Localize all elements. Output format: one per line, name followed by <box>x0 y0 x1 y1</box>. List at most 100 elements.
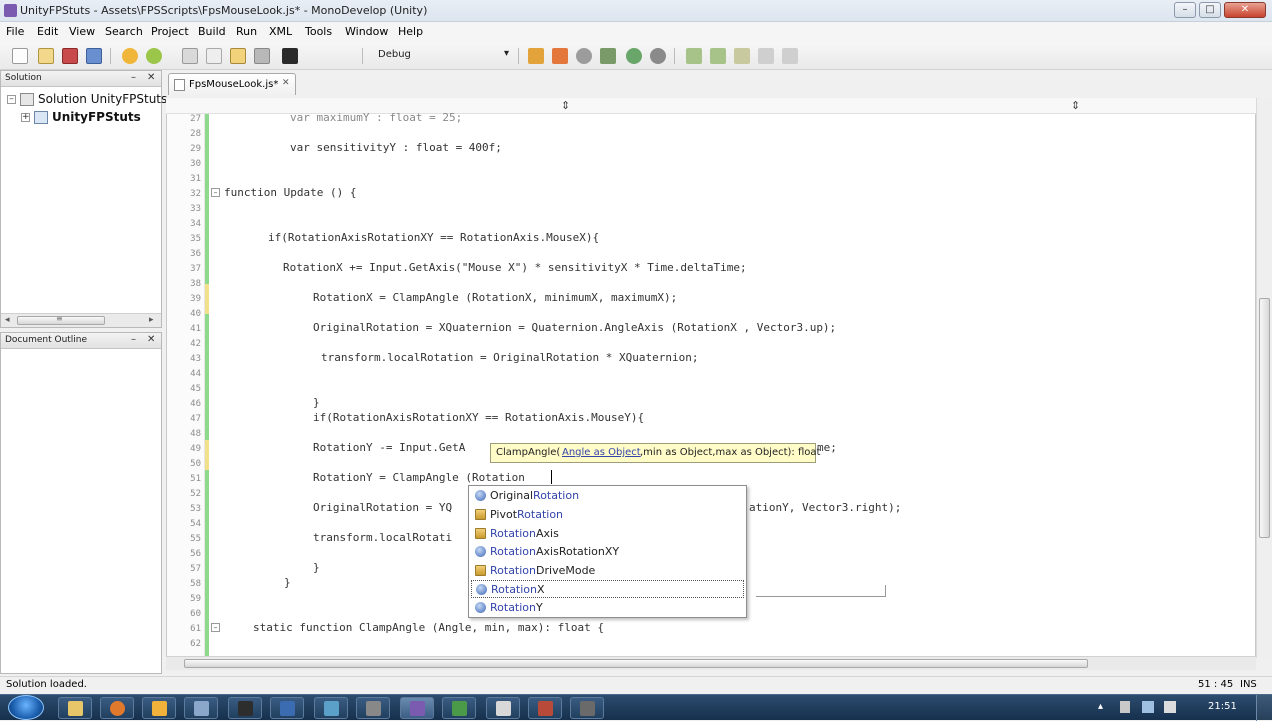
tray-expand-icon[interactable]: ▴ <box>1098 701 1103 712</box>
taskbar-app[interactable] <box>184 697 218 719</box>
menu-project[interactable]: Project <box>151 25 189 38</box>
completion-item[interactable]: OriginalRotation <box>471 487 744 505</box>
line-number: 59 <box>190 594 201 604</box>
maximize-button[interactable]: □ <box>1199 2 1221 18</box>
taskbar-firefox[interactable] <box>100 697 134 719</box>
editor-vertical-scrollbar[interactable] <box>1256 98 1272 658</box>
configuration-select[interactable]: Debug ▾ <box>372 46 518 64</box>
taskbar-monodevelop[interactable] <box>400 697 434 719</box>
open-folder-icon[interactable] <box>38 48 54 64</box>
taskbar-media[interactable] <box>142 697 176 719</box>
menu-file[interactable]: File <box>6 25 24 38</box>
member-dropdown-icon[interactable]: ⇕ <box>561 99 570 112</box>
menu-build[interactable]: Build <box>198 25 226 38</box>
show-desktop-button[interactable] <box>1256 695 1272 721</box>
menu-run[interactable]: Run <box>236 25 257 38</box>
code-line-53-start: OriginalRotation = YQ <box>313 501 453 514</box>
code-line-55: transform.localRotati <box>313 531 453 544</box>
collapse-icon[interactable]: – <box>7 95 16 104</box>
menu-window[interactable]: Window <box>345 25 388 38</box>
code-line-46: } <box>313 396 320 409</box>
close-tab-icon[interactable]: ✕ <box>282 78 290 88</box>
completion-item[interactable]: RotationY <box>471 599 744 617</box>
code-line-53-end: ationY, Vector3.right); <box>749 501 902 514</box>
menu-tools[interactable]: Tools <box>305 25 332 38</box>
menu-xml[interactable]: XML <box>269 25 292 38</box>
editor-horizontal-scrollbar[interactable] <box>166 656 1256 670</box>
expand-icon[interactable]: + <box>21 113 30 122</box>
close-window-button[interactable]: ✕ <box>1224 2 1266 18</box>
battery-icon[interactable] <box>1120 701 1130 713</box>
menu-view[interactable]: View <box>69 25 95 38</box>
undo-icon[interactable] <box>122 48 138 64</box>
taskbar-app[interactable] <box>270 697 304 719</box>
run-icon[interactable] <box>552 48 568 64</box>
network-icon[interactable] <box>1142 701 1154 713</box>
taskbar-app[interactable] <box>528 697 562 719</box>
toolbar-separator <box>674 48 675 64</box>
copy-icon[interactable] <box>206 48 222 64</box>
uncomment-icon[interactable] <box>782 48 798 64</box>
start-button[interactable] <box>8 695 44 720</box>
redo-icon[interactable] <box>146 48 162 64</box>
project-icon <box>34 111 48 124</box>
solution-horizontal-scrollbar[interactable]: ◂ ≡ ▸ <box>1 313 161 327</box>
completion-label: RotationAxis <box>490 527 559 540</box>
field-icon <box>475 490 486 501</box>
new-file-icon[interactable] <box>12 48 28 64</box>
completion-item[interactable]: PivotRotation <box>471 506 744 524</box>
web-icon[interactable] <box>626 48 642 64</box>
taskbar-app[interactable] <box>486 697 520 719</box>
unindent-icon[interactable] <box>710 48 726 64</box>
code-line-32: function Update () { <box>224 186 357 199</box>
close-icon[interactable]: ✕ <box>147 72 155 83</box>
taskbar-app[interactable] <box>356 697 390 719</box>
scrollbar-thumb[interactable]: ≡ <box>17 314 105 325</box>
build-icon[interactable] <box>528 48 544 64</box>
save-all-icon[interactable] <box>86 48 102 64</box>
delete-icon[interactable] <box>254 48 270 64</box>
fold-toggle-icon[interactable]: – <box>211 188 220 197</box>
field-icon <box>476 584 487 595</box>
close-icon[interactable]: ✕ <box>147 334 155 345</box>
cut-icon[interactable] <box>182 48 198 64</box>
menu-search[interactable]: Search <box>105 25 143 38</box>
fold-toggle-icon[interactable]: – <box>211 623 220 632</box>
taskbar-app[interactable] <box>314 697 348 719</box>
completion-item[interactable]: RotationAxisRotationXY <box>471 543 744 561</box>
pin-icon[interactable]: – <box>131 334 136 345</box>
line-number: 46 <box>190 399 201 409</box>
menu-edit[interactable]: Edit <box>37 25 58 38</box>
bookmark-icon[interactable] <box>734 48 750 64</box>
completion-item-selected[interactable]: RotationX <box>471 580 744 598</box>
completion-item[interactable]: RotationDriveMode <box>471 562 744 580</box>
taskbar-app[interactable] <box>442 697 476 719</box>
scrollbar-thumb[interactable] <box>1259 298 1270 538</box>
minimize-button[interactable]: – <box>1174 2 1196 18</box>
pin-icon[interactable]: – <box>131 72 136 83</box>
paste-icon[interactable] <box>230 48 246 64</box>
volume-icon[interactable] <box>1164 701 1176 713</box>
menu-help[interactable]: Help <box>398 25 423 38</box>
taskbar-explorer[interactable] <box>58 697 92 719</box>
tooltip-signature-rest: ,min as Object,max as Object): float <box>640 447 821 458</box>
comment-icon[interactable] <box>758 48 774 64</box>
completion-item[interactable]: RotationAxis <box>471 525 744 543</box>
taskbar-app[interactable] <box>570 697 604 719</box>
taskbar-unity[interactable] <box>228 697 262 719</box>
attach-icon[interactable] <box>576 48 592 64</box>
scroll-right-icon[interactable]: ▸ <box>149 315 154 325</box>
settings-icon[interactable] <box>650 48 666 64</box>
project-item[interactable]: UnityFPStuts <box>52 110 141 124</box>
solution-root-item[interactable]: Solution UnityFPStuts <box>38 92 167 106</box>
line-number: 48 <box>190 429 201 439</box>
clock[interactable]: 21:51 <box>1208 701 1237 712</box>
tab-fpsmouselook[interactable]: FpsMouseLook.js* ✕ <box>168 73 296 95</box>
save-icon[interactable] <box>62 48 78 64</box>
build-config-icon[interactable] <box>282 48 298 64</box>
step-icon[interactable] <box>600 48 616 64</box>
type-dropdown-icon[interactable]: ⇕ <box>1071 99 1080 112</box>
scrollbar-thumb[interactable] <box>184 659 1088 668</box>
scroll-left-icon[interactable]: ◂ <box>5 315 10 325</box>
indent-icon[interactable] <box>686 48 702 64</box>
